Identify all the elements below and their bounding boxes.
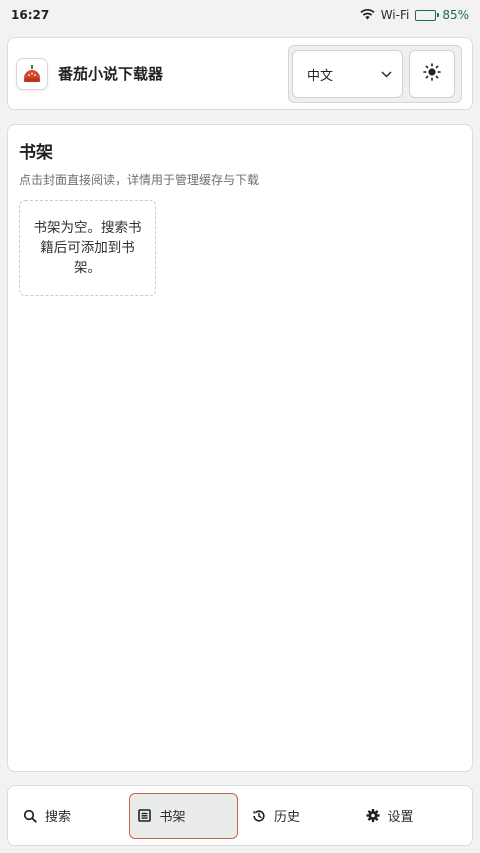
language-selected-value: 中文 bbox=[307, 68, 334, 84]
tomato-logo-icon bbox=[16, 57, 48, 90]
search-icon bbox=[23, 809, 37, 823]
battery-icon bbox=[415, 9, 440, 21]
app-header: 番茄小说下载器 中文 bbox=[7, 37, 473, 110]
status-right: Wi-Fi 85% bbox=[360, 8, 469, 23]
battery-percent: 85% bbox=[442, 8, 469, 22]
nav-item-label: 设置 bbox=[387, 810, 414, 825]
nav-item-label: 历史 bbox=[274, 810, 301, 825]
empty-bookshelf-card: 书架为空。搜索书籍后可添加到书架。 bbox=[19, 200, 156, 296]
nav-item-history[interactable]: 历史 bbox=[244, 793, 352, 839]
nav-item-settings[interactable]: 设置 bbox=[358, 793, 466, 839]
status-time: 16:27 bbox=[11, 8, 50, 22]
network-label: Wi-Fi bbox=[380, 8, 410, 22]
history-icon bbox=[252, 809, 266, 823]
wifi-icon bbox=[360, 8, 375, 23]
page-subtitle: 点击封面直接阅读，详情用于管理缓存与下载 bbox=[19, 173, 260, 187]
gear-icon bbox=[365, 808, 380, 823]
chevron-down-icon bbox=[381, 67, 392, 82]
bookshelf-panel: 书架 点击封面直接阅读，详情用于管理缓存与下载 书架为空。搜索书籍后可添加到书架… bbox=[7, 124, 473, 772]
page-title: 书架 bbox=[19, 143, 53, 163]
header-controls: 中文 bbox=[288, 45, 462, 103]
theme-toggle-button[interactable] bbox=[409, 50, 455, 98]
status-bar: 16:27 Wi-Fi 85% bbox=[0, 0, 480, 30]
book-icon bbox=[138, 809, 152, 823]
nav-item-label: 书架 bbox=[159, 810, 186, 825]
sun-icon bbox=[423, 63, 441, 85]
bottom-nav: 搜索 书架 历史 设置 bbox=[7, 785, 473, 846]
nav-item-label: 搜索 bbox=[45, 810, 72, 825]
nav-item-search[interactable]: 搜索 bbox=[15, 793, 123, 839]
app-title: 番茄小说下载器 bbox=[58, 65, 164, 83]
empty-bookshelf-message: 书架为空。搜索书籍后可添加到书架。 bbox=[33, 220, 142, 276]
nav-item-bookshelf[interactable]: 书架 bbox=[128, 792, 238, 839]
language-select[interactable]: 中文 bbox=[292, 50, 403, 98]
